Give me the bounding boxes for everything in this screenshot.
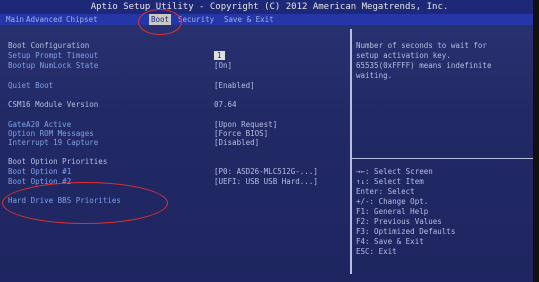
setting-setup-prompt-timeout[interactable]: Setup Prompt Timeout 1 [8, 51, 225, 60]
bios-screen: Aptio Setup Utility - Copyright (C) 2012… [0, 0, 539, 282]
setting-gatea20[interactable]: GateA20 Active [Upon Request] [8, 120, 277, 129]
setting-label: Interrupt 19 Capture [8, 138, 99, 147]
help-text: Number of seconds to wait for setup acti… [356, 41, 492, 80]
setting-value[interactable]: [UEFI: USB USB Hard...] [214, 177, 318, 186]
key-save-exit: F4: Save & Exit [356, 237, 424, 246]
annotation-circle-hdd-bbs [2, 182, 168, 224]
setting-label: CSM16 Module Version [8, 100, 99, 109]
setting-bootup-numlock[interactable]: Bootup NumLock State [On] [8, 61, 232, 70]
setting-value[interactable]: [Upon Request] [214, 120, 277, 129]
monitor-bezel-edge [533, 0, 539, 282]
setting-quiet-boot[interactable]: Quiet Boot [Enabled] [8, 81, 255, 90]
section-boot-option-priorities: Boot Option Priorities [8, 157, 108, 166]
setting-value[interactable]: [Force BIOS] [214, 129, 268, 138]
setting-value[interactable]: [Disabled] [214, 138, 259, 147]
key-legend: →←: Select Screen ↑↓: Select Item Enter:… [356, 167, 455, 257]
setting-label: GateA20 Active [8, 120, 72, 129]
tab-security[interactable]: Security [176, 14, 216, 25]
key-general-help: F1: General Help [356, 207, 429, 216]
key-select-screen: →←: Select Screen [356, 167, 433, 176]
key-enter-select: Enter: Select [356, 187, 415, 196]
setting-value[interactable]: [Enabled] [214, 81, 255, 90]
tab-chipset[interactable]: Chipset [64, 14, 100, 25]
setting-value[interactable]: [On] [214, 61, 232, 70]
key-optimized-defaults: F3: Optimized Defaults [356, 227, 456, 236]
info-csm16-version: CSM16 Module Version 07.64 [8, 100, 237, 109]
setting-label: Quiet Boot [8, 81, 54, 90]
key-previous-values: F2: Previous Values [356, 217, 442, 226]
setting-value: 07.64 [214, 100, 237, 109]
setting-interrupt-19[interactable]: Interrupt 19 Capture [Disabled] [8, 138, 259, 147]
setup-prompt-timeout-input[interactable]: 1 [214, 51, 225, 60]
help-panel: Number of seconds to wait for setup acti… [352, 29, 539, 274]
tab-advanced[interactable]: Advanced [24, 14, 64, 25]
tab-save-exit[interactable]: Save & Exit [222, 14, 276, 25]
help-divider [352, 158, 539, 159]
tab-main[interactable]: Main [4, 14, 26, 25]
setting-label: Bootup NumLock State [8, 61, 99, 70]
key-change-opt: +/-: Change Opt. [356, 197, 429, 206]
key-select-item: ↑↓: Select Item [356, 177, 424, 186]
setting-option-rom-messages[interactable]: Option ROM Messages [Force BIOS] [8, 129, 268, 138]
title-bar: Aptio Setup Utility - Copyright (C) 2012… [0, 0, 539, 14]
setting-boot-option-1[interactable]: Boot Option #1 [P0: ASD26-MLC512G-...] [8, 167, 318, 176]
setting-label: Boot Option #1 [8, 167, 72, 176]
section-boot-configuration: Boot Configuration [8, 41, 90, 50]
settings-panel: Boot Configuration Setup Prompt Timeout … [0, 29, 352, 274]
tab-bar: Main Advanced Chipset Boot Security Save… [0, 14, 539, 25]
annotation-circle-boot-tab [138, 9, 182, 35]
key-esc-exit: ESC: Exit [356, 247, 397, 256]
setting-label: Setup Prompt Timeout [8, 51, 99, 60]
setting-label: Option ROM Messages [8, 129, 94, 138]
setting-value[interactable]: [P0: ASD26-MLC512G-...] [214, 167, 318, 176]
